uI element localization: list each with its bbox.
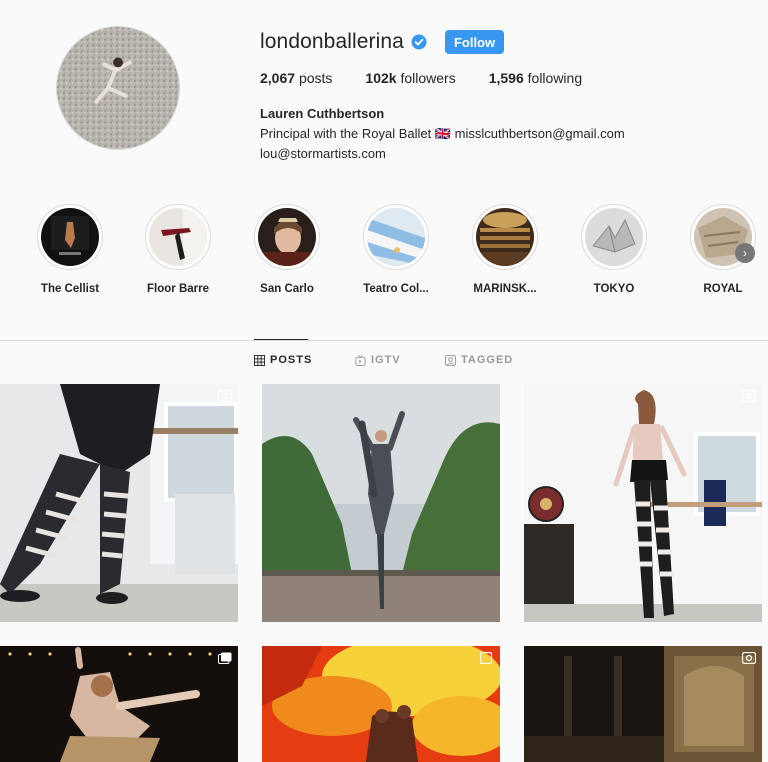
stat-label: followers [400,70,456,86]
following-count[interactable]: 1,596 following [489,70,582,86]
highlight-label: Floor Barre [147,283,209,295]
post-thumbnail[interactable] [262,646,500,762]
tab-tagged[interactable]: TAGGED [445,354,513,366]
highlight-item[interactable]: The Cellist [30,204,110,295]
post-image [262,646,500,762]
tab-igtv[interactable]: IGTV [355,354,401,366]
video-icon [218,390,232,402]
highlight-label: ROYAL [703,283,743,295]
stat-label: posts [298,70,333,86]
highlight-cellist-image [41,208,99,266]
post-image [0,384,238,622]
tab-label: TAGGED [461,354,514,366]
highlight-item[interactable]: Teatro Col... [356,204,436,295]
active-tab-indicator [254,339,308,340]
highlight-item[interactable]: San Carlo [247,204,327,295]
followers-count[interactable]: 102k followers [365,70,455,86]
highlight-floor-barre-image [149,208,207,266]
profile-bio: Lauren Cuthbertson Principal with the Ro… [260,104,625,164]
stat-label: following [527,70,583,86]
email-link-secondary[interactable]: lou@stormartists.com [260,144,625,164]
posts-count: 2,067 posts [260,70,332,86]
highlight-cover [254,204,320,270]
email-link[interactable]: misslcuthbertson@gmail.com [455,126,625,141]
carousel-icon [480,652,493,664]
bio-line: Principal with the Royal Ballet 🇬🇧 missl… [260,124,625,144]
highlights-next-button[interactable]: › [735,243,755,263]
profile-page: londonballerina Follow 2,067 posts 102k … [0,0,768,762]
stat-count: 2,067 [260,70,296,86]
tab-label: IGTV [371,354,401,366]
username: londonballerina [260,30,404,53]
profile-avatar[interactable] [56,26,180,150]
video-icon [742,652,756,664]
highlight-item[interactable]: Floor Barre [138,204,218,295]
highlight-san-carlo-image [258,208,316,266]
follow-button[interactable]: Follow [444,30,505,54]
highlight-label: MARINSK... [473,283,537,295]
avatar-image [57,27,179,149]
profile-stats: 2,067 posts 102k followers 1,596 followi… [260,70,615,86]
highlight-cover [363,204,429,270]
highlight-item[interactable]: TOKYO [574,204,654,295]
post-thumbnail[interactable] [524,646,762,762]
highlight-cover [581,204,647,270]
post-thumbnail[interactable] [0,384,238,622]
igtv-icon [355,354,366,366]
highlight-tokyo-image [585,208,643,266]
username-row: londonballerina Follow [260,28,505,56]
tab-posts[interactable]: POSTS [254,354,312,366]
stat-count: 102k [365,70,397,86]
highlight-label: Teatro Col... [363,283,429,295]
highlight-item[interactable]: MARINSK... [465,204,545,295]
chevron-right-icon: › [743,246,747,260]
carousel-icon [218,652,232,664]
tabs-divider [0,340,768,341]
post-thumbnail[interactable] [262,384,500,622]
highlight-label: The Cellist [40,283,100,295]
video-icon [742,390,756,402]
highlight-cover [472,204,538,270]
post-image [0,646,238,762]
post-thumbnail[interactable] [524,384,762,622]
highlight-label: TOKYO [593,283,635,295]
bio-text: Principal with the Royal Ballet 🇬🇧 [260,126,452,141]
highlight-cover [145,204,211,270]
verified-badge-icon [411,34,427,50]
post-thumbnail[interactable] [0,646,238,762]
highlight-teatro-colon-image [367,208,425,266]
tagged-icon [445,354,456,366]
grid-icon [254,354,265,366]
post-image [262,384,500,622]
post-image [524,646,762,762]
story-highlights: The Cellist Floor Barre San Carlo Teatro… [30,204,768,304]
tab-label: POSTS [270,354,313,366]
highlight-marinsky-image [476,208,534,266]
full-name: Lauren Cuthbertson [260,106,385,121]
highlight-cover [37,204,103,270]
stat-count: 1,596 [488,70,524,86]
highlight-label: San Carlo [260,283,314,295]
post-image [524,384,762,622]
